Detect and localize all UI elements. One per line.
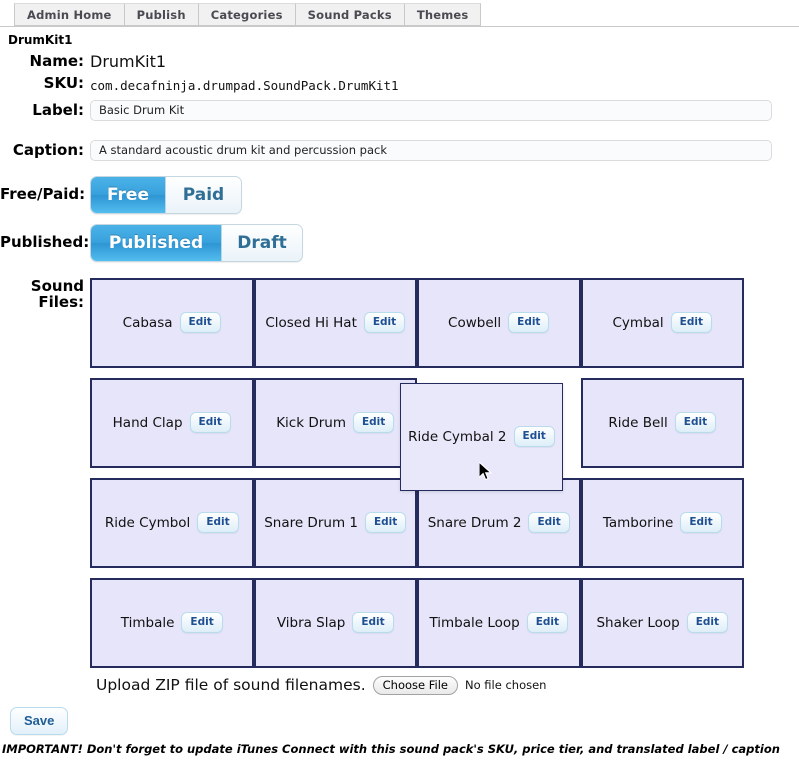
published-draft-toggle: Published Draft — [90, 223, 303, 262]
sound-file-label: Cowbell — [448, 314, 502, 331]
sound-file-cell[interactable]: Cymbal Edit — [580, 277, 744, 368]
sound-file-label: Snare Drum 1 — [264, 514, 358, 531]
sound-file-cell[interactable]: Timbale Loop Edit — [417, 577, 581, 668]
name-label: Name: — [29, 52, 84, 70]
free-paid-label: Free/Paid: — [0, 185, 86, 204]
name-value: DrumKit1 — [90, 52, 167, 71]
row-caption: Caption: — [0, 139, 799, 161]
row-sku: SKU: com.decafninja.drumpad.SoundPack.Dr… — [0, 73, 799, 93]
row-published: Published: Published Draft — [0, 223, 799, 262]
sound-file-cell[interactable]: Hand Clap Edit — [90, 377, 254, 468]
dragged-tile-label: Ride Cymbal 2 — [408, 428, 507, 445]
sound-file-cell[interactable]: Closed Hi Hat Edit — [253, 277, 417, 368]
sound-file-label: Ride Bell — [608, 414, 668, 431]
label-input[interactable] — [90, 99, 772, 121]
sound-file-cell[interactable]: Cowbell Edit — [417, 277, 581, 368]
sound-file-cell[interactable]: Timbale Edit — [90, 577, 254, 668]
mouse-cursor-icon — [478, 460, 493, 486]
label-label: Label: — [32, 100, 84, 119]
edit-sound-file-button[interactable]: Edit — [364, 512, 407, 534]
main-tabbar: Admin Home Publish Categories Sound Pack… — [0, 0, 799, 27]
sound-file-cell[interactable]: Shaker Loop Edit — [580, 577, 744, 668]
row-free-paid: Free/Paid: Free Paid — [0, 175, 799, 214]
sound-file-label: Timbale Loop — [429, 614, 520, 631]
edit-sound-file-button[interactable]: Edit — [352, 412, 395, 434]
tab-categories[interactable]: Categories — [197, 3, 295, 26]
important-footnote: IMPORTANT! Don't forget to update iTunes… — [2, 741, 780, 756]
save-row: Save — [0, 695, 799, 735]
paid-option[interactable]: Paid — [166, 176, 241, 213]
sound-file-label: Hand Clap — [112, 414, 183, 431]
sound-file-label: Tamborine — [602, 514, 674, 531]
upload-zip-row: Upload ZIP file of sound filenames. Choo… — [96, 675, 799, 695]
choose-file-button[interactable]: Choose File — [372, 675, 458, 695]
caption-label: Caption: — [12, 140, 84, 159]
sound-file-cell[interactable]: Cabasa Edit — [90, 277, 254, 368]
tab-themes[interactable]: Themes — [403, 3, 482, 26]
sound-file-cell[interactable]: Ride Bell Edit — [580, 377, 744, 468]
sound-file-label: Cymbal — [612, 314, 664, 331]
edit-sound-file-button[interactable]: Edit — [189, 412, 231, 434]
tab-publish[interactable]: Publish — [123, 3, 198, 26]
edit-sound-file-button[interactable]: Edit — [670, 312, 712, 334]
draft-option[interactable]: Draft — [222, 224, 302, 261]
sound-file-label: Shaker Loop — [596, 614, 680, 631]
free-paid-toggle: Free Paid — [90, 175, 242, 214]
no-file-chosen-text: No file chosen — [465, 678, 547, 693]
upload-zip-label: Upload ZIP file of sound filenames. — [96, 676, 366, 695]
edit-sound-file-button[interactable]: Edit — [680, 512, 722, 534]
sound-file-cell[interactable]: Snare Drum 2 Edit — [417, 477, 581, 568]
page-title: DrumKit1 — [8, 33, 73, 47]
edit-sound-file-button[interactable]: Edit — [363, 312, 406, 334]
dragged-sound-tile[interactable]: Ride Cymbal 2 Edit — [400, 382, 563, 491]
sound-file-label: Timbale — [120, 614, 175, 631]
published-label: Published: — [0, 233, 90, 252]
row-name: Name: DrumKit1 — [0, 53, 799, 71]
save-button[interactable]: Save — [10, 706, 69, 735]
published-option[interactable]: Published — [91, 224, 222, 261]
tab-sound-packs[interactable]: Sound Packs — [294, 3, 404, 26]
edit-sound-file-button[interactable]: Edit — [508, 312, 550, 334]
sound-file-label: Ride Cymbol — [104, 514, 191, 531]
dragged-tile-edit-button[interactable]: Edit — [513, 426, 555, 448]
sku-label: SKU: — [43, 73, 84, 92]
free-option[interactable]: Free — [91, 176, 166, 213]
sound-files-panel: Cabasa Edit Closed Hi Hat Edit Cowbell Edit Cy… — [90, 277, 744, 668]
sound-file-cell[interactable]: Tamborine Edit — [580, 477, 744, 568]
sound-file-label: Cabasa — [122, 314, 173, 331]
sound-file-label: Closed Hi Hat — [265, 314, 357, 331]
sound-files-label: Sound Files: — [30, 276, 84, 312]
sound-file-cell[interactable]: Ride Cymbol Edit — [90, 477, 254, 568]
sound-pack-form: Name: DrumKit1 SKU: com.decafninja.drump… — [0, 53, 799, 668]
edit-sound-file-button[interactable]: Edit — [528, 512, 570, 534]
row-label: Label: — [0, 99, 799, 121]
tab-admin-home[interactable]: Admin Home — [14, 3, 124, 26]
sound-file-cell[interactable]: Vibra Slap Edit — [253, 577, 417, 668]
edit-sound-file-button[interactable]: Edit — [179, 312, 221, 334]
edit-sound-file-button[interactable]: Edit — [197, 512, 239, 534]
sku-value: com.decafninja.drumpad.SoundPack.DrumKit… — [90, 77, 399, 93]
caption-input[interactable] — [90, 139, 772, 161]
edit-sound-file-button[interactable]: Edit — [674, 412, 717, 434]
sound-file-cell[interactable]: Snare Drum 1 Edit — [253, 477, 417, 568]
sound-file-cell[interactable]: Kick Drum Edit — [253, 377, 417, 468]
edit-sound-file-button[interactable]: Edit — [686, 612, 729, 634]
sound-file-label: Snare Drum 2 — [427, 514, 522, 531]
edit-sound-file-button[interactable]: Edit — [352, 612, 394, 634]
sound-file-label: Vibra Slap — [276, 614, 346, 631]
edit-sound-file-button[interactable]: Edit — [526, 612, 569, 634]
edit-sound-file-button[interactable]: Edit — [181, 612, 223, 634]
sound-files-grid: Cabasa Edit Closed Hi Hat Edit Cowbell Edit Cy… — [90, 277, 744, 668]
row-sound-files: Sound Files: Cabasa Edit Closed Hi Hat Edit… — [0, 276, 799, 668]
sound-file-label: Kick Drum — [276, 414, 346, 431]
